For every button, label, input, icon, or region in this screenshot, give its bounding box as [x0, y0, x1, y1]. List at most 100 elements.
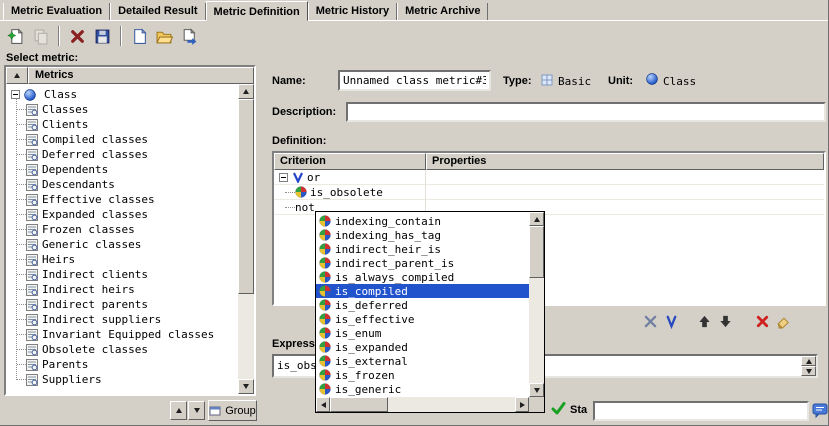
metric-icon	[26, 329, 38, 341]
class-unit-icon	[646, 73, 658, 85]
dropdown-item-label: is_enum	[335, 327, 381, 340]
tree-item[interactable]: Invariant Equipped classes	[17, 327, 238, 342]
scroll-down-icon[interactable]	[529, 383, 544, 397]
move-criterion-down-button[interactable]	[715, 312, 736, 330]
move-metric-up-button[interactable]	[170, 401, 187, 420]
tree-item[interactable]: Indirect suppliers	[17, 312, 238, 327]
delete-metric-button[interactable]	[65, 24, 89, 48]
dropdown-item[interactable]: is_generic	[316, 382, 529, 396]
tree-item[interactable]: Deferred classes	[17, 147, 238, 162]
name-input[interactable]	[338, 70, 491, 91]
group-button[interactable]: Group	[208, 400, 257, 421]
collapse-icon[interactable]	[11, 90, 20, 99]
tab-metric-archive[interactable]: Metric Archive	[397, 3, 488, 20]
metric-tool-window: Metric Evaluation Detailed Result Metric…	[0, 0, 829, 426]
comment-icon[interactable]	[812, 402, 828, 418]
criterion-sphere-icon	[319, 369, 331, 381]
tree-item-label: Indirect clients	[42, 268, 148, 281]
scrollbar-thumb[interactable]	[529, 226, 544, 278]
scroll-down-icon[interactable]	[238, 379, 254, 394]
tree-item-label: Suppliers	[42, 373, 102, 386]
scroll-left-icon[interactable]	[316, 397, 330, 412]
tab-metric-history[interactable]: Metric History	[308, 3, 397, 20]
definition-row-or[interactable]: or	[274, 170, 824, 185]
scroll-up-icon[interactable]	[801, 356, 816, 366]
insert-and-button[interactable]	[640, 312, 661, 330]
dropdown-horizontal-scrollbar[interactable]	[316, 397, 529, 412]
tree-item[interactable]: Descendants	[17, 177, 238, 192]
tree-item[interactable]: Indirect clients	[17, 267, 238, 282]
tree-item[interactable]: Effective classes	[17, 192, 238, 207]
dropdown-item[interactable]: is_expanded	[316, 340, 529, 354]
tab-metric-definition[interactable]: Metric Definition	[206, 1, 308, 21]
dropdown-item[interactable]: is_effective	[316, 312, 529, 326]
scroll-up-icon[interactable]	[238, 84, 254, 99]
scroll-right-icon[interactable]	[515, 397, 529, 412]
toolbar-separator	[120, 26, 122, 46]
dropdown-item[interactable]: indirect_parent_is	[316, 256, 529, 270]
scrollbar-thumb[interactable]	[238, 99, 254, 294]
tree-item[interactable]: Dependents	[17, 162, 238, 177]
criterion-sphere-icon	[319, 271, 331, 283]
tree-item[interactable]: Obsolete classes	[17, 342, 238, 357]
dropdown-item[interactable]: is_frozen	[316, 368, 529, 382]
tree-scrollbar[interactable]	[238, 84, 254, 394]
or-operator-icon	[292, 171, 304, 183]
dropdown-item[interactable]: is_compiled	[316, 284, 529, 298]
tree-item[interactable]: Heirs	[17, 252, 238, 267]
dropdown-item[interactable]: is_always_compiled	[316, 270, 529, 284]
insert-or-button[interactable]	[661, 312, 682, 330]
tab-metric-evaluation[interactable]: Metric Evaluation	[3, 3, 110, 20]
tree-item[interactable]: Suppliers	[17, 372, 238, 387]
tree-connector	[17, 244, 26, 245]
status-input[interactable]	[593, 401, 809, 421]
tree-item[interactable]: Classes	[17, 102, 238, 117]
criterion-sphere-icon	[319, 215, 331, 227]
metrics-column-header[interactable]: Metrics	[28, 67, 254, 84]
dropdown-item[interactable]: is_external	[316, 354, 529, 368]
tree-item[interactable]: Indirect parents	[17, 297, 238, 312]
scroll-down-icon[interactable]	[801, 366, 816, 376]
tree-root-class[interactable]: Class	[9, 87, 238, 102]
save-metric-button[interactable]	[90, 24, 114, 48]
expression-scrollbar[interactable]	[801, 356, 816, 376]
export-metric-icon	[181, 28, 198, 45]
tree-item[interactable]: Compiled classes	[17, 132, 238, 147]
tree-item[interactable]: Indirect heirs	[17, 282, 238, 297]
tree-connector	[17, 214, 26, 215]
dropdown-item[interactable]: is_deferred	[316, 298, 529, 312]
dropdown-item[interactable]: indexing_has_tag	[316, 228, 529, 242]
metric-toolbar	[3, 23, 202, 49]
sort-ascending-button[interactable]	[6, 67, 28, 84]
dropdown-item[interactable]: indexing_contain	[316, 214, 529, 228]
move-criterion-up-button[interactable]	[694, 312, 715, 330]
copy-metric-button[interactable]	[28, 24, 52, 48]
tree-item-label: Parents	[42, 358, 88, 371]
open-folder-button[interactable]	[152, 24, 176, 48]
delete-criterion-button[interactable]	[752, 312, 773, 330]
dropdown-item[interactable]: is_enum	[316, 326, 529, 340]
dropdown-item-label: indexing_has_tag	[335, 229, 441, 242]
tree-item[interactable]: Frozen classes	[17, 222, 238, 237]
tab-detailed-result[interactable]: Detailed Result	[110, 3, 205, 20]
collapse-icon[interactable]	[279, 173, 288, 182]
clear-definition-button[interactable]	[773, 312, 794, 330]
properties-column-header[interactable]: Properties	[426, 153, 824, 170]
dropdown-item[interactable]: indirect_heir_is	[316, 242, 529, 256]
unit-value: Class	[663, 75, 696, 88]
export-metric-button[interactable]	[177, 24, 201, 48]
criterion-column-header[interactable]: Criterion	[274, 153, 426, 170]
tree-item[interactable]: Clients	[17, 117, 238, 132]
scroll-up-icon[interactable]	[529, 212, 544, 226]
metric-icon	[26, 134, 38, 146]
tree-item[interactable]: Parents	[17, 357, 238, 372]
new-file-button[interactable]	[127, 24, 151, 48]
move-metric-down-button[interactable]	[188, 401, 205, 420]
scrollbar-thumb[interactable]	[330, 397, 388, 412]
tree-item[interactable]: Generic classes	[17, 237, 238, 252]
description-input[interactable]	[346, 102, 826, 122]
tree-item[interactable]: Expanded classes	[17, 207, 238, 222]
new-metric-button[interactable]	[3, 24, 27, 48]
definition-row-is-obsolete[interactable]: is_obsolete	[274, 185, 824, 200]
dropdown-vertical-scrollbar[interactable]	[529, 212, 544, 397]
